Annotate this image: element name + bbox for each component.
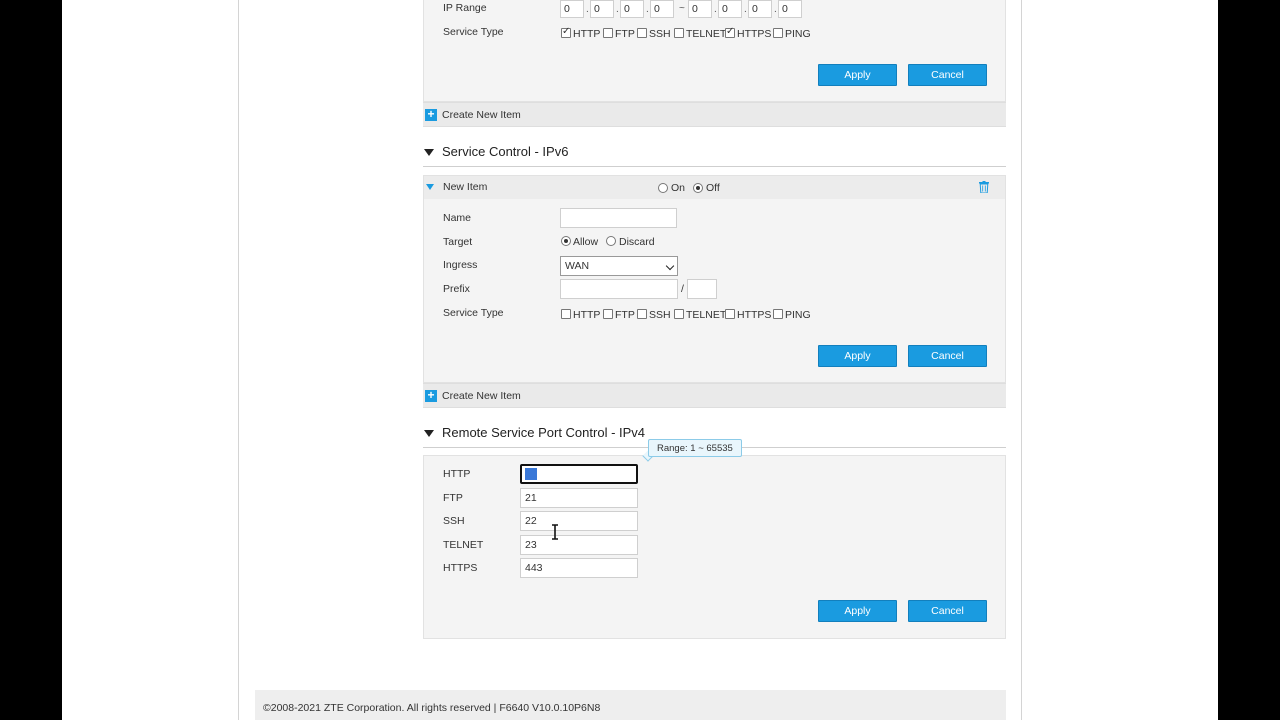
create-new-item-label: Create New Item xyxy=(442,109,521,121)
ipv4-ssh-checkbox[interactable] xyxy=(637,28,647,38)
http-port-value: 80 xyxy=(525,468,537,480)
http-port-input[interactable]: 80 xyxy=(520,464,638,484)
ipv4-http-checkbox[interactable] xyxy=(561,26,571,38)
ipv6-http-checkbox[interactable] xyxy=(561,309,571,319)
prefix-label: Prefix xyxy=(443,283,470,295)
ipv6-ssh-label: SSH xyxy=(649,309,671,321)
ip-range-separator: ~ xyxy=(679,3,685,14)
port-apply-button[interactable]: Apply xyxy=(818,600,897,622)
ipv4-service-panel xyxy=(423,0,1006,102)
copyright-text: ©2008-2021 ZTE Corporation. All rights r… xyxy=(263,702,601,714)
ipv6-https-checkbox[interactable] xyxy=(725,309,735,319)
ip-dot: . xyxy=(646,4,649,15)
service-type-label: Service Type xyxy=(443,26,504,38)
ipv6-telnet-checkbox[interactable] xyxy=(674,309,684,319)
ip-end-octet-3[interactable]: 0 xyxy=(748,0,772,18)
ingress-label: Ingress xyxy=(443,259,478,271)
ipv6-https-label: HTTPS xyxy=(737,309,772,321)
ftp-port-input[interactable]: 21 xyxy=(520,488,638,508)
ip-dot: . xyxy=(744,4,747,15)
prefix-input[interactable] xyxy=(560,279,678,299)
port-control-section-title: Remote Service Port Control - IPv4 xyxy=(442,425,646,440)
ipv6-off-radio[interactable] xyxy=(693,183,703,193)
ipv6-off-label: Off xyxy=(706,182,720,194)
ip-range-label: IP Range xyxy=(443,2,487,14)
right-margin xyxy=(1022,0,1218,720)
ipv6-ftp-label: FTP xyxy=(615,309,635,321)
ip-end-octet-1[interactable]: 0 xyxy=(688,0,712,18)
ip-start-octet-3[interactable]: 0 xyxy=(620,0,644,18)
ssh-port-label: SSH xyxy=(443,515,465,527)
ipv4-ping-label: PING xyxy=(785,28,811,40)
ipv6-section-title: Service Control - IPv6 xyxy=(442,144,569,159)
ipv4-telnet-label: TELNET xyxy=(686,28,727,40)
ipv6-on-radio[interactable] xyxy=(658,183,668,193)
range-tooltip: Range: 1 ~ 65535 xyxy=(648,439,742,457)
ip-end-octet-4[interactable]: 0 xyxy=(778,0,802,18)
trash-icon[interactable] xyxy=(979,181,989,193)
expand-triangle-icon[interactable] xyxy=(426,184,434,190)
text-cursor-icon xyxy=(552,524,558,540)
http-port-label: HTTP xyxy=(443,468,471,480)
footer: ©2008-2021 ZTE Corporation. All rights r… xyxy=(255,690,1006,720)
ip-start-octet-1[interactable]: 0 xyxy=(560,0,584,18)
prefix-length-input[interactable] xyxy=(687,279,717,299)
prefix-separator: / xyxy=(681,283,684,295)
ingress-select[interactable]: WAN xyxy=(560,256,678,276)
ipv6-item-title: New Item xyxy=(443,181,488,193)
ipv4-ftp-label: FTP xyxy=(615,28,635,40)
https-port-input[interactable]: 443 xyxy=(520,558,638,578)
ipv6-ping-checkbox[interactable] xyxy=(773,309,783,319)
name-input[interactable] xyxy=(560,208,677,228)
ipv6-telnet-label: TELNET xyxy=(686,309,727,321)
ipv4-http-label: HTTP xyxy=(573,28,601,40)
target-allow-radio[interactable] xyxy=(561,236,571,246)
ipv4-ssh-label: SSH xyxy=(649,28,671,40)
ip-dot: . xyxy=(714,4,717,15)
ipv4-cancel-button[interactable]: Cancel xyxy=(908,64,987,86)
ipv6-ssh-checkbox[interactable] xyxy=(637,309,647,319)
name-label: Name xyxy=(443,212,472,224)
target-discard-radio[interactable] xyxy=(606,236,616,246)
ingress-value: WAN xyxy=(565,260,590,272)
ipv6-create-new-item[interactable]: + Create New Item xyxy=(423,383,1006,408)
target-label: Target xyxy=(443,236,473,248)
collapse-triangle-icon[interactable] xyxy=(424,149,434,156)
ipv6-cancel-button[interactable]: Cancel xyxy=(908,345,987,367)
ipv6-ftp-checkbox[interactable] xyxy=(603,309,613,319)
ftp-port-label: FTP xyxy=(443,492,463,504)
ip-dot: . xyxy=(616,4,619,15)
ipv6-apply-button[interactable]: Apply xyxy=(818,345,897,367)
telnet-port-label: TELNET xyxy=(443,539,484,551)
collapse-triangle-icon[interactable] xyxy=(424,430,434,437)
allow-label: Allow xyxy=(573,236,599,248)
ipv4-telnet-checkbox[interactable] xyxy=(674,28,684,38)
ip-end-octet-2[interactable]: 0 xyxy=(718,0,742,18)
ssh-port-input[interactable]: 22 xyxy=(520,511,638,531)
ipv6-on-label: On xyxy=(671,182,686,194)
ip-dot: . xyxy=(774,4,777,15)
section-divider xyxy=(423,166,1006,167)
ip-start-octet-2[interactable]: 0 xyxy=(590,0,614,18)
chevron-down-icon xyxy=(665,261,675,271)
telnet-port-input[interactable]: 23 xyxy=(520,535,638,555)
ipv4-create-new-item[interactable]: + Create New Item xyxy=(423,102,1006,127)
ip-start-octet-4[interactable]: 0 xyxy=(650,0,674,18)
service-type-label: Service Type xyxy=(443,307,504,319)
port-cancel-button[interactable]: Cancel xyxy=(908,600,987,622)
left-margin xyxy=(62,0,238,720)
discard-label: Discard xyxy=(619,236,655,248)
plus-icon: + xyxy=(425,389,437,402)
ipv6-http-label: HTTP xyxy=(573,309,601,321)
ipv4-https-label: HTTPS xyxy=(737,28,772,40)
https-port-label: HTTPS xyxy=(443,562,478,574)
ipv4-apply-button[interactable]: Apply xyxy=(818,64,897,86)
ipv4-ping-checkbox[interactable] xyxy=(773,28,783,38)
ipv4-https-checkbox[interactable] xyxy=(725,26,735,38)
ip-dot: . xyxy=(586,4,589,15)
ipv4-ftp-checkbox[interactable] xyxy=(603,28,613,38)
plus-icon: + xyxy=(425,108,437,121)
ipv6-ping-label: PING xyxy=(785,309,811,321)
create-new-item-label: Create New Item xyxy=(442,390,521,402)
